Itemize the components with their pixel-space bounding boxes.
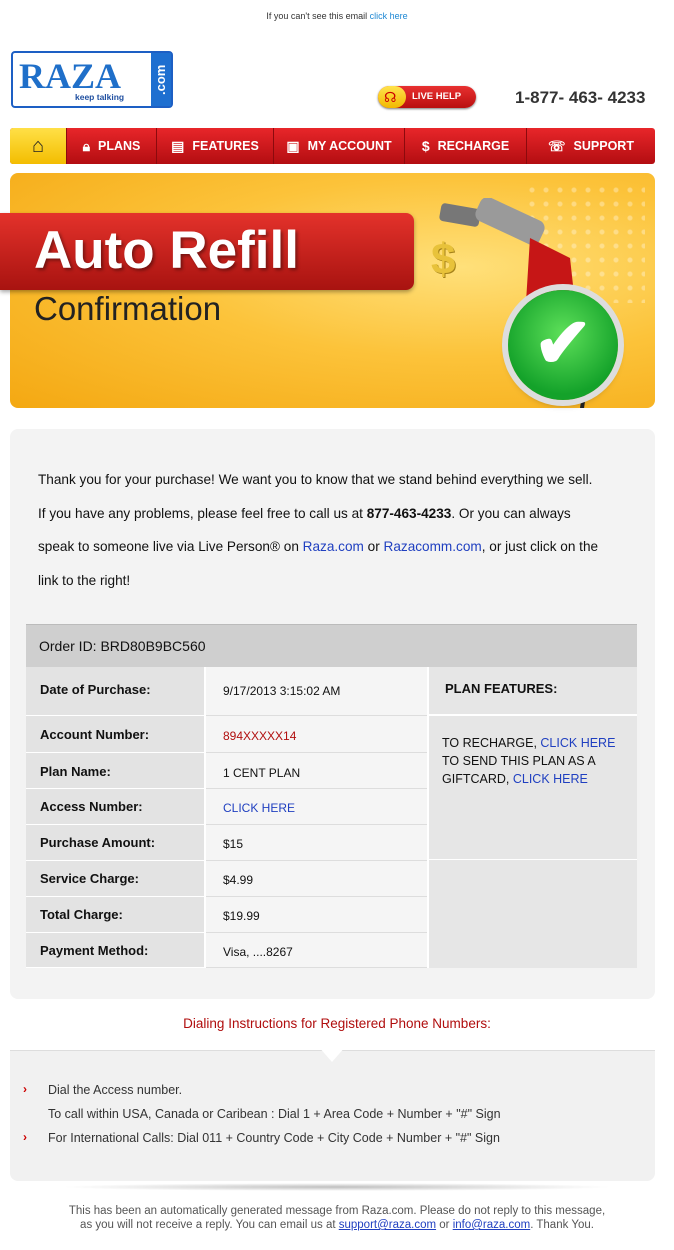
banner-subtitle: Confirmation	[34, 290, 222, 327]
nav-home[interactable]: ⌂	[10, 128, 67, 164]
value-payment-method: Visa, ....8267	[206, 933, 427, 968]
nav-recharge-label: RECHARGE	[437, 139, 510, 153]
preheader-text: If you can't see this email	[266, 11, 368, 21]
plan-features-title: PLAN FEATURES:	[427, 667, 637, 716]
plan-features-empty	[427, 860, 637, 968]
raza-link[interactable]: Raza.com	[303, 539, 364, 554]
live-help-button[interactable]: ☊ LIVE HELP	[378, 86, 476, 108]
live-help-label: LIVE HELP	[412, 91, 462, 102]
access-number-link[interactable]: CLICK HERE	[223, 801, 295, 815]
nav-my-account-label: MY ACCOUNT	[307, 139, 392, 153]
order-id: Order ID: BRD80B9BC560	[39, 638, 206, 654]
nav-support[interactable]: ☏ SUPPORT	[527, 128, 655, 164]
id-card-icon: ▣	[286, 137, 300, 154]
dialing-item-1-sub: To call within USA, Canada or Caribean :…	[48, 1107, 501, 1121]
recharge-link[interactable]: CLICK HERE	[540, 736, 615, 750]
info-email-link[interactable]: info@raza.com	[453, 1219, 531, 1231]
value-account-number: 894XXXXX14	[206, 716, 427, 753]
footer-line-2: as you will not receive a reply. You can…	[80, 1219, 594, 1231]
dialing-title: Dialing Instructions for Registered Phon…	[183, 1016, 491, 1031]
intro-line-4: link to the right!	[38, 572, 131, 588]
nav-plans-label: PLANS	[98, 139, 141, 153]
money-bag-icon: $	[421, 138, 430, 154]
intro-line-3: speak to someone live via Live Person® o…	[38, 539, 599, 554]
phone-icon: ☏	[548, 137, 566, 154]
nav-features[interactable]: ▤ FEATURES	[157, 128, 274, 164]
giftcard-link[interactable]: CLICK HERE	[513, 772, 588, 786]
divider-shadow	[60, 1183, 614, 1191]
dialing-notch	[318, 1046, 346, 1062]
dollar-icon: $	[431, 235, 456, 284]
razacomm-link[interactable]: Razacomm.com	[384, 539, 482, 554]
label-service-charge: Service Charge:	[26, 861, 206, 897]
value-plan-name: 1 CENT PLAN	[206, 753, 427, 789]
home-icon: ⌂	[31, 134, 45, 157]
intro-line-1: Thank you for your purchase! We want you…	[38, 472, 593, 487]
intro-text: Thank you for your purchase! We want you…	[38, 463, 638, 597]
order-id-header: Order ID: BRD80B9BC560	[26, 624, 637, 667]
footer: This has been an automatically generated…	[0, 1204, 674, 1232]
preheader: If you can't see this email click here	[0, 11, 674, 21]
headset-icon: ☊	[378, 86, 406, 108]
value-date-of-purchase: 9/17/2013 3:15:02 AM	[206, 667, 427, 716]
chevron-right-icon: ›	[23, 1082, 27, 1096]
logo-suffix: .com	[151, 53, 171, 106]
main-nav: ⌂ 🔒︎ PLANS ▤ FEATURES ▣ MY ACCOUNT $ REC…	[10, 128, 655, 164]
raza-logo[interactable]: RAZA keep talking .com	[11, 51, 173, 108]
phone-number: 1-877- 463- 4233	[515, 88, 646, 107]
checkmark-icon: ✔	[508, 290, 618, 400]
label-access-number: Access Number:	[26, 789, 206, 825]
value-purchase-amount: $15	[206, 825, 427, 861]
banner-title: Auto Refill	[34, 221, 299, 280]
label-plan-name: Plan Name:	[26, 753, 206, 789]
lock-icon: 🔒︎	[82, 137, 91, 154]
logo-word: RAZA	[19, 56, 122, 96]
intro-line-2: If you have any problems, please feel fr…	[38, 505, 571, 521]
chevron-right-icon: ›	[23, 1130, 27, 1144]
document-icon: ▤	[171, 137, 185, 154]
value-service-charge: $4.99	[206, 861, 427, 897]
dialing-item-1: Dial the Access number.	[48, 1083, 183, 1097]
plan-features-body: TO RECHARGE, CLICK HERE TO SEND THIS PLA…	[427, 716, 637, 860]
label-total-charge: Total Charge:	[26, 897, 206, 933]
label-account-number: Account Number:	[26, 716, 206, 753]
footer-line-1: This has been an automatically generated…	[68, 1205, 606, 1217]
nav-plans[interactable]: 🔒︎ PLANS	[67, 128, 157, 164]
nav-features-label: FEATURES	[192, 139, 259, 153]
label-payment-method: Payment Method:	[26, 933, 206, 968]
value-access-number: CLICK HERE	[206, 789, 427, 825]
nav-support-label: SUPPORT	[573, 139, 634, 153]
support-email-link[interactable]: support@raza.com	[339, 1219, 436, 1231]
dialing-item-2: For International Calls: Dial 011 + Coun…	[48, 1131, 500, 1145]
label-date-of-purchase: Date of Purchase:	[26, 667, 206, 716]
nav-my-account[interactable]: ▣ MY ACCOUNT	[274, 128, 405, 164]
value-total-charge: $19.99	[206, 897, 427, 933]
support-phone: 877-463-4233	[366, 505, 452, 521]
logo-tagline: keep talking	[75, 92, 125, 102]
preheader-link[interactable]: click here	[370, 11, 408, 21]
nav-recharge[interactable]: $ RECHARGE	[405, 128, 527, 164]
label-purchase-amount: Purchase Amount:	[26, 825, 206, 861]
